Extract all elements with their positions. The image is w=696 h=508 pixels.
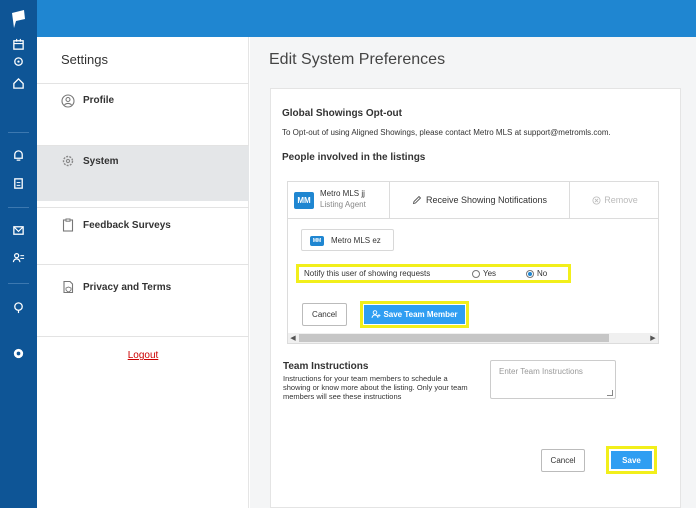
team-instructions-input[interactable]: Enter Team Instructions: [490, 360, 616, 399]
sidebar-item-label: Profile: [83, 95, 115, 106]
page-title: Edit System Preferences: [269, 51, 446, 68]
sidebar-item-profile[interactable]: Profile: [37, 83, 249, 139]
settings-panel: Settings Profile System Feedback Surveys…: [37, 37, 249, 508]
bell-icon[interactable]: [0, 144, 37, 166]
logout-link[interactable]: Logout: [37, 350, 249, 361]
sidebar-item-system[interactable]: System: [37, 145, 249, 201]
save-team-member-highlight: Save Team Member: [360, 301, 469, 328]
people-heading: People involved in the listings: [282, 152, 426, 163]
team-instructions-placeholder: Enter Team Instructions: [499, 367, 583, 376]
remove-label: Remove: [604, 195, 638, 205]
sidebar-item-label: Privacy and Terms: [83, 282, 172, 293]
radio-dot: [472, 269, 480, 278]
cancel-button[interactable]: Cancel: [541, 449, 585, 472]
preferences-card: Global Showings Opt-out To Opt-out of us…: [270, 88, 681, 508]
member-name: Metro MLS jj: [320, 189, 365, 198]
scroll-right-icon[interactable]: ▶: [648, 333, 658, 343]
top-bar: [0, 0, 696, 37]
team-members-table: MM Metro MLS jj Listing Agent Receive Sh…: [287, 181, 659, 344]
radio-dot-selected: [526, 269, 534, 278]
member-role: Listing Agent: [320, 200, 366, 209]
add-user-icon: [371, 310, 381, 319]
privacy-document-icon: [63, 280, 74, 294]
settings-dot-icon[interactable]: [0, 342, 37, 364]
team-instructions-heading: Team Instructions: [283, 361, 369, 372]
sidebar-item-privacy-and-terms[interactable]: Privacy and Terms: [37, 264, 249, 336]
logo-icon: [11, 9, 25, 28]
scroll-left-icon[interactable]: ◀: [288, 333, 298, 343]
chip-avatar: MM: [310, 236, 324, 246]
resize-handle-icon[interactable]: [607, 390, 613, 396]
radio-label: Yes: [483, 269, 497, 278]
settings-title: Settings: [61, 52, 108, 67]
user-circle-icon: [61, 94, 75, 108]
notify-no-radio[interactable]: No: [526, 269, 547, 278]
team-instructions-text: Instructions for your team members to sc…: [283, 374, 468, 401]
notify-question: Notify this user of showing requests: [304, 269, 431, 278]
gear-icon: [62, 155, 74, 167]
chip-name: Metro MLS ez: [331, 236, 381, 245]
location-icon[interactable]: [0, 296, 37, 318]
sidebar-item-label: Feedback Surveys: [83, 220, 171, 231]
cancel-team-member-button[interactable]: Cancel: [302, 303, 347, 326]
rail-divider: [8, 132, 29, 133]
location-pin-icon[interactable]: [0, 51, 37, 73]
sidebar-item-feedback-surveys[interactable]: Feedback Surveys: [37, 207, 249, 263]
sidebar-divider: [37, 336, 249, 337]
rail-divider: [8, 283, 29, 284]
remove-circle-icon: [592, 195, 601, 205]
member-cell: MM Metro MLS jj Listing Agent: [288, 182, 390, 219]
radio-label: No: [537, 269, 548, 278]
home-icon[interactable]: [0, 72, 37, 94]
app-logo[interactable]: [0, 0, 37, 37]
document-icon[interactable]: [0, 172, 37, 194]
save-team-member-label: Save Team Member: [383, 310, 458, 319]
save-team-member-button[interactable]: Save Team Member: [364, 305, 465, 324]
notifications-label: Receive Showing Notifications: [425, 195, 548, 205]
save-button[interactable]: Save: [611, 451, 652, 469]
save-highlight: Save: [606, 446, 657, 474]
notify-yes-radio[interactable]: Yes: [472, 269, 496, 278]
horizontal-scrollbar[interactable]: ◀ ▶: [288, 333, 658, 343]
scrollbar-thumb[interactable]: [299, 334, 609, 342]
notify-user-row: Notify this user of showing requests Yes…: [296, 264, 571, 283]
sidebar-item-label: System: [83, 156, 119, 167]
clipboard-icon: [62, 218, 74, 232]
mail-icon[interactable]: [0, 219, 37, 241]
main-content: Edit System Preferences Global Showings …: [250, 37, 696, 508]
users-icon[interactable]: [0, 246, 37, 268]
pencil-icon: [412, 195, 422, 205]
rail-divider: [8, 207, 29, 208]
opt-out-text: To Opt-out of using Aligned Showings, pl…: [282, 128, 611, 137]
remove-button[interactable]: Remove: [570, 182, 658, 219]
avatar: MM: [294, 192, 314, 209]
member-chip[interactable]: MM Metro MLS ez: [301, 229, 394, 251]
receive-notifications-toggle[interactable]: Receive Showing Notifications: [390, 182, 570, 219]
opt-out-heading: Global Showings Opt-out: [282, 108, 402, 119]
